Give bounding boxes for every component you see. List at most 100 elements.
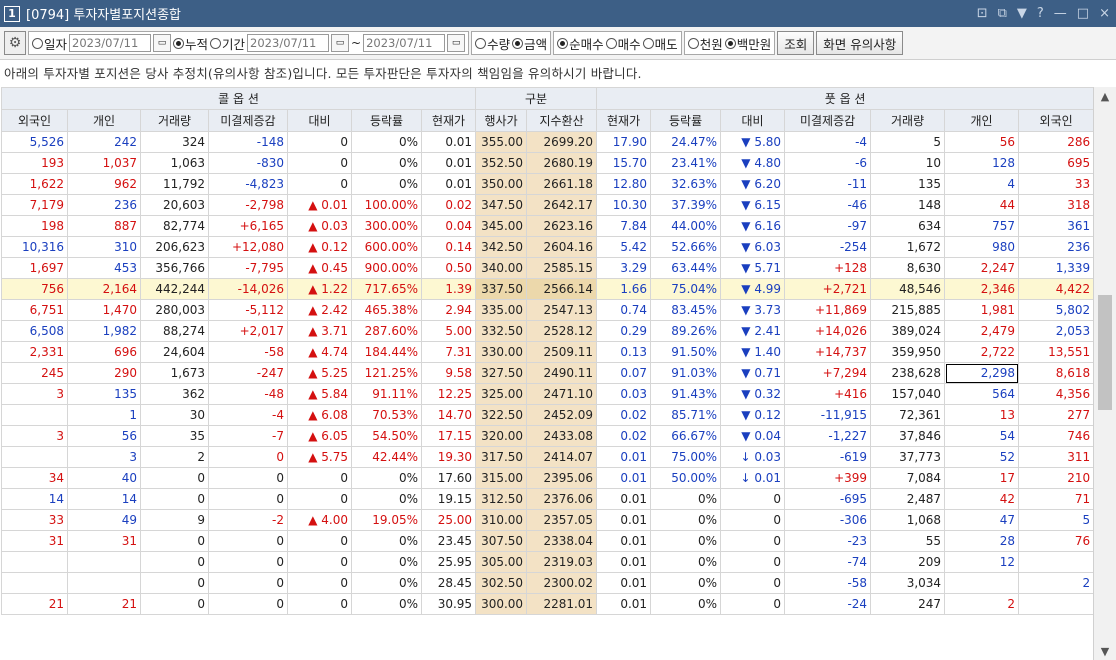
cell-put-volume[interactable]: 55 (870, 530, 946, 552)
minimize-icon[interactable]: — (1054, 6, 1067, 21)
cell-call-change[interactable]: ▲ 0.03 (287, 215, 352, 237)
cell-call-change[interactable]: ▲ 4.00 (287, 509, 352, 531)
table-row[interactable]: 10,316 310 206,623 +12,080 ▲ 0.12 600.00% 0.14… (1, 236, 1093, 258)
cell-index-equiv[interactable]: 2490.11 (526, 362, 598, 384)
col-header-put-price[interactable]: 현재가 (596, 109, 652, 132)
cell-put-individual[interactable]: 2,298 (944, 362, 1020, 384)
cell-call-individual[interactable]: 1,470 (67, 299, 141, 321)
cell-call-change-rate[interactable]: 0% (351, 593, 422, 615)
cell-index-equiv[interactable]: 2414.07 (526, 446, 598, 468)
cell-put-individual[interactable]: 28 (944, 530, 1020, 552)
cell-put-individual[interactable]: 2 (944, 593, 1020, 615)
cell-put-oi-change[interactable]: -695 (784, 488, 872, 510)
cell-index-equiv[interactable]: 2661.18 (526, 173, 598, 195)
cell-call-change-rate[interactable]: 91.11% (351, 383, 422, 405)
cell-put-price[interactable]: 0.29 (596, 320, 652, 342)
cell-call-change-rate[interactable]: 0% (351, 173, 422, 195)
cell-call-individual[interactable] (67, 551, 141, 573)
cell-call-price[interactable]: 9.58 (420, 362, 477, 384)
cell-put-change[interactable]: ▼ 1.40 (720, 341, 786, 363)
cell-call-oi-change[interactable]: 0 (208, 572, 288, 594)
screen-notice-button[interactable]: 화면 유의사항 (816, 31, 904, 55)
col-header-call-change[interactable]: 대비 (287, 109, 352, 132)
cell-put-foreigner[interactable]: 286 (1018, 131, 1093, 153)
cell-index-equiv[interactable]: 2281.01 (526, 593, 598, 615)
calendar-icon[interactable]: ▭ (153, 34, 172, 52)
cell-strike-price[interactable]: 330.00 (475, 341, 528, 363)
cell-put-change[interactable]: ▼ 6.15 (720, 194, 786, 216)
cell-call-individual[interactable]: 40 (67, 467, 141, 489)
cell-call-oi-change[interactable]: 0 (208, 467, 288, 489)
cell-call-oi-change[interactable]: 0 (208, 551, 288, 573)
table-row[interactable]: 198 887 82,774 +6,165 ▲ 0.03 300.00% 0.04 345.0… (1, 215, 1093, 237)
table-row[interactable]: 245 290 1,673 -247 ▲ 5.25 121.25% 9.58 327.50 24… (1, 362, 1093, 384)
table-row[interactable]: 1 30 -4 ▲ 6.08 70.53% 14.70 322.50 2452.09 0.02 8… (1, 404, 1093, 426)
cell-put-change[interactable]: ▼ 4.80 (720, 152, 786, 174)
cell-call-change-rate[interactable]: 19.05% (351, 509, 422, 531)
cell-put-foreigner[interactable]: 8,618 (1018, 362, 1093, 384)
cell-call-oi-change[interactable]: +12,080 (208, 236, 288, 258)
cell-put-change-rate[interactable]: 85.71% (650, 404, 722, 426)
cell-call-price[interactable]: 2.94 (420, 299, 477, 321)
cell-strike-price[interactable]: 325.00 (475, 383, 528, 405)
table-row[interactable]: 31 31 0 0 0 0% 23.45 307.50 2338.04 0.01 0% 0 -23 55 2… (1, 530, 1093, 552)
cell-call-individual[interactable]: 49 (67, 509, 141, 531)
cell-index-equiv[interactable]: 2680.19 (526, 152, 598, 174)
cell-call-individual[interactable]: 242 (67, 131, 141, 153)
cell-put-change-rate[interactable]: 66.67% (650, 425, 722, 447)
cell-put-volume[interactable]: 389,024 (870, 320, 946, 342)
cell-call-individual[interactable]: 1,037 (67, 152, 141, 174)
cell-call-price[interactable]: 1.39 (420, 278, 477, 300)
cell-put-price[interactable]: 3.29 (596, 257, 652, 279)
date-to-input[interactable]: 2023/07/11 (363, 34, 446, 52)
cell-strike-price[interactable]: 327.50 (475, 362, 528, 384)
cell-index-equiv[interactable]: 2338.04 (526, 530, 598, 552)
cell-call-change-rate[interactable]: 0% (351, 488, 422, 510)
cell-index-equiv[interactable]: 2395.06 (526, 467, 598, 489)
cell-put-change[interactable]: ▼ 2.41 (720, 320, 786, 342)
cell-put-oi-change[interactable]: +11,869 (784, 299, 872, 321)
cell-call-change[interactable]: 0 (287, 488, 352, 510)
cell-put-change[interactable]: ▼ 5.80 (720, 131, 786, 153)
cell-put-individual[interactable]: 54 (944, 425, 1020, 447)
cell-put-change-rate[interactable]: 0% (650, 572, 722, 594)
cell-put-individual[interactable]: 2,346 (944, 278, 1020, 300)
cell-put-price[interactable]: 0.01 (596, 572, 652, 594)
pin-icon[interactable]: ▼ (1017, 6, 1027, 21)
cell-call-foreigner[interactable] (1, 446, 68, 468)
cell-put-volume[interactable]: 5 (870, 131, 946, 153)
cell-call-foreigner[interactable]: 1,697 (1, 257, 68, 279)
table-row[interactable]: 756 2,164 442,244 -14,026 ▲ 1.22 717.65% 1.39 3… (1, 278, 1093, 300)
cell-call-individual[interactable]: 21 (67, 593, 141, 615)
cell-call-oi-change[interactable]: -14,026 (208, 278, 288, 300)
cell-put-oi-change[interactable]: +2,721 (784, 278, 872, 300)
table-row[interactable]: 14 14 0 0 0 0% 19.15 312.50 2376.06 0.01 0% 0 -695 2,… (1, 488, 1093, 510)
radio-maesu[interactable]: 매수 (605, 34, 641, 53)
cell-put-price[interactable]: 17.90 (596, 131, 652, 153)
cell-call-volume[interactable]: 0 (140, 593, 209, 615)
cell-put-foreigner[interactable]: 4,422 (1018, 278, 1093, 300)
cell-call-foreigner[interactable] (1, 551, 68, 573)
table-row[interactable]: 1,697 453 356,766 -7,795 ▲ 0.45 900.00% 0.50 34… (1, 257, 1093, 279)
cell-put-individual[interactable]: 2,479 (944, 320, 1020, 342)
cell-strike-price[interactable]: 317.50 (475, 446, 528, 468)
cell-index-equiv[interactable]: 2699.20 (526, 131, 598, 153)
cell-call-price[interactable]: 25.00 (420, 509, 477, 531)
cell-put-change-rate[interactable]: 23.41% (650, 152, 722, 174)
col-header-call-price[interactable]: 현재가 (420, 109, 477, 132)
cell-call-volume[interactable]: 0 (140, 467, 209, 489)
cell-strike-price[interactable]: 322.50 (475, 404, 528, 426)
cell-put-change[interactable]: ▼ 4.99 (720, 278, 786, 300)
cell-call-individual[interactable]: 14 (67, 488, 141, 510)
cell-strike-price[interactable]: 340.00 (475, 257, 528, 279)
table-row[interactable]: 0 0 0 0% 25.95 305.00 2319.03 0.01 0% 0 -74 209 12 (1, 551, 1093, 573)
cell-call-individual[interactable]: 290 (67, 362, 141, 384)
cell-put-price[interactable]: 0.01 (596, 530, 652, 552)
cell-call-oi-change[interactable]: 0 (208, 593, 288, 615)
cell-strike-price[interactable]: 315.00 (475, 467, 528, 489)
cell-call-change[interactable]: ▲ 5.84 (287, 383, 352, 405)
cell-call-change-rate[interactable]: 0% (351, 530, 422, 552)
cell-call-oi-change[interactable]: -830 (208, 152, 288, 174)
cell-put-individual[interactable]: 4 (944, 173, 1020, 195)
col-header-call-volume[interactable]: 거래량 (140, 109, 209, 132)
